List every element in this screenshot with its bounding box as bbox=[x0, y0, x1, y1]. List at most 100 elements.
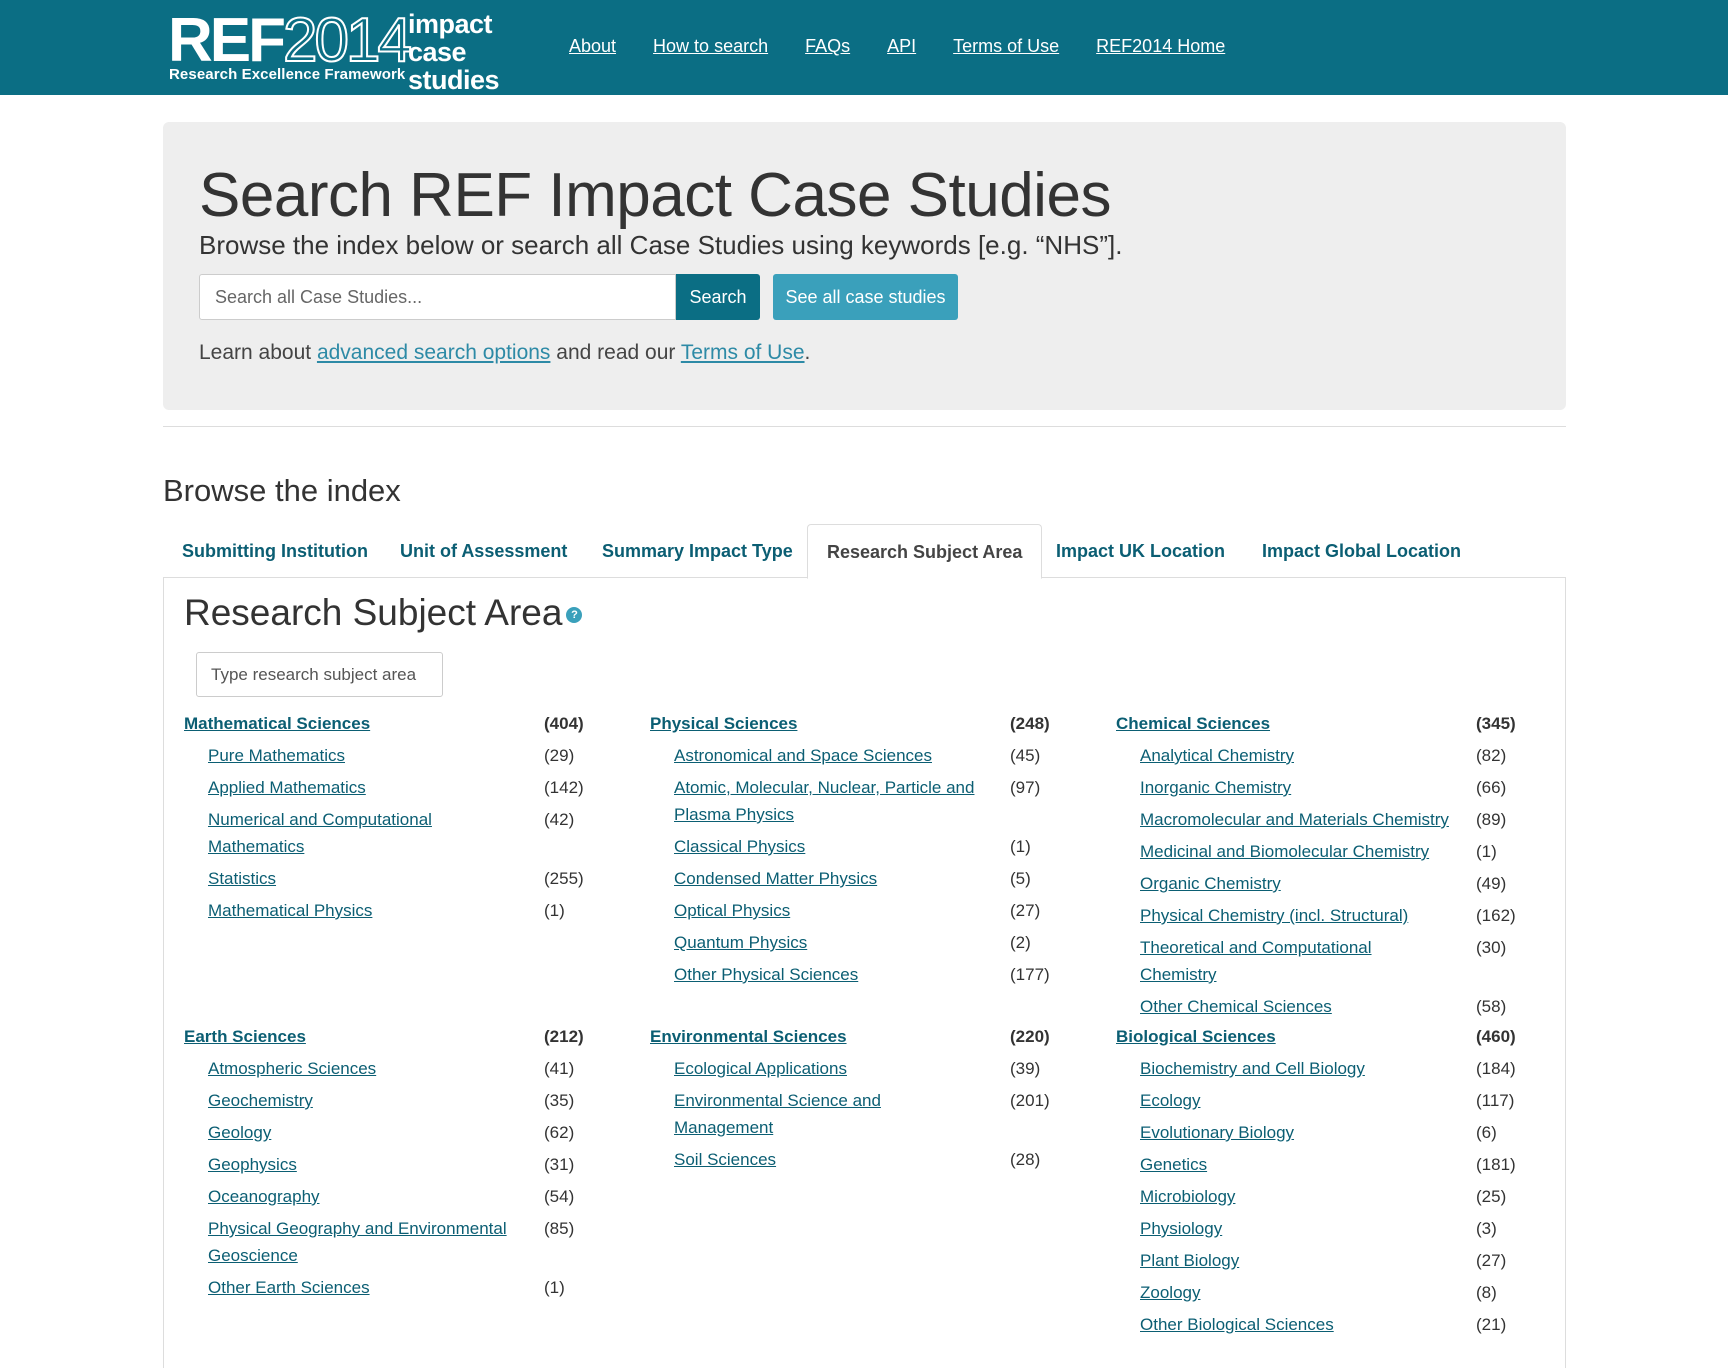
search-input[interactable] bbox=[199, 274, 676, 320]
subject-link-environmental-science-and-management[interactable]: Environmental Science and Management bbox=[674, 1087, 984, 1141]
subject-link-physical-geography-and-environmental-geoscience[interactable]: Physical Geography and Environmental Geo… bbox=[208, 1215, 518, 1269]
search-button[interactable]: Search bbox=[676, 274, 760, 320]
subject-count: (8) bbox=[1476, 1283, 1497, 1302]
subject-link-chemical-sciences[interactable]: Chemical Sciences bbox=[1116, 710, 1426, 737]
help-icon[interactable]: ? bbox=[566, 607, 583, 624]
subject-link-soil-sciences[interactable]: Soil Sciences bbox=[674, 1146, 984, 1173]
subject-link-atomic-molecular-nuclear-particle-and-plasma-physics[interactable]: Atomic, Molecular, Nuclear, Particle and… bbox=[674, 774, 984, 828]
subject-link-macromolecular-and-materials-chemistry[interactable]: Macromolecular and Materials Chemistry bbox=[1140, 806, 1450, 833]
subject-count: (41) bbox=[544, 1059, 575, 1078]
nav-link-how-to-search[interactable]: How to search bbox=[653, 36, 768, 57]
subject-list-item: Pure Mathematics (29) bbox=[184, 742, 604, 769]
subject-link-medicinal-and-biomolecular-chemistry[interactable]: Medicinal and Biomolecular Chemistry bbox=[1140, 838, 1450, 865]
subject-count: (89) bbox=[1476, 810, 1507, 829]
subject-link-classical-physics[interactable]: Classical Physics bbox=[674, 833, 984, 860]
subject-link-theoretical-and-computational-chemistry[interactable]: Theoretical and Computational Chemistry bbox=[1140, 934, 1450, 988]
ref2014-logo[interactable]: REF2014 impact case studies Research Exce… bbox=[168, 7, 540, 95]
subject-count: (42) bbox=[544, 810, 575, 829]
subject-link-genetics[interactable]: Genetics bbox=[1140, 1151, 1450, 1178]
subject-link-other-physical-sciences[interactable]: Other Physical Sciences bbox=[674, 961, 984, 988]
subject-count: (177) bbox=[1010, 965, 1050, 984]
subject-list-item: Inorganic Chemistry (66) bbox=[1116, 774, 1536, 801]
subject-link-mathematical-sciences[interactable]: Mathematical Sciences bbox=[184, 710, 494, 737]
subject-link-environmental-sciences[interactable]: Environmental Sciences bbox=[650, 1023, 960, 1050]
subject-count: (58) bbox=[1476, 997, 1507, 1016]
tab-summary-impact-type[interactable]: Summary Impact Type bbox=[602, 524, 793, 578]
subject-count: (25) bbox=[1476, 1187, 1507, 1206]
subject-link-biochemistry-and-cell-biology[interactable]: Biochemistry and Cell Biology bbox=[1140, 1055, 1450, 1082]
subject-link-ecology[interactable]: Ecology bbox=[1140, 1087, 1450, 1114]
subject-link-evolutionary-biology[interactable]: Evolutionary Biology bbox=[1140, 1119, 1450, 1146]
subject-link-mathematical-physics[interactable]: Mathematical Physics bbox=[208, 897, 518, 924]
subject-count: (1) bbox=[544, 1278, 565, 1297]
subject-count: (27) bbox=[1476, 1251, 1507, 1270]
subject-link-applied-mathematics[interactable]: Applied Mathematics bbox=[208, 774, 518, 801]
subject-list-item: Applied Mathematics (142) bbox=[184, 774, 604, 801]
subject-link-ecological-applications[interactable]: Ecological Applications bbox=[674, 1055, 984, 1082]
subject-count: (255) bbox=[544, 869, 584, 888]
subject-link-atmospheric-sciences[interactable]: Atmospheric Sciences bbox=[208, 1055, 518, 1082]
subject-link-condensed-matter-physics[interactable]: Condensed Matter Physics bbox=[674, 865, 984, 892]
nav-link-api[interactable]: API bbox=[887, 36, 916, 57]
nav-link-ref2014-home[interactable]: REF2014 Home bbox=[1096, 36, 1225, 57]
subject-list-item: Atomic, Molecular, Nuclear, Particle and… bbox=[650, 774, 1070, 828]
subject-link-earth-sciences[interactable]: Earth Sciences bbox=[184, 1023, 494, 1050]
subject-count: (3) bbox=[1476, 1219, 1497, 1238]
subject-area-filter-input[interactable] bbox=[196, 652, 443, 697]
tab-impact-global-location[interactable]: Impact Global Location bbox=[1262, 524, 1461, 578]
nav-link-terms-of-use[interactable]: Terms of Use bbox=[953, 36, 1059, 57]
tab-unit-of-assessment[interactable]: Unit of Assessment bbox=[400, 524, 567, 578]
tab-submitting-institution[interactable]: Submitting Institution bbox=[182, 524, 368, 578]
subject-group-header: Biological Sciences (460) bbox=[1116, 1023, 1536, 1050]
subject-link-geology[interactable]: Geology bbox=[208, 1119, 518, 1146]
subject-group: Mathematical Sciences (404) Pure Mathemati… bbox=[184, 710, 604, 929]
subject-link-geochemistry[interactable]: Geochemistry bbox=[208, 1087, 518, 1114]
advanced-search-link[interactable]: advanced search options bbox=[317, 341, 551, 364]
tab-research-subject-area[interactable]: Research Subject Area bbox=[807, 524, 1043, 579]
subject-count: (6) bbox=[1476, 1123, 1497, 1142]
subject-link-plant-biology[interactable]: Plant Biology bbox=[1140, 1247, 1450, 1274]
subject-count: (82) bbox=[1476, 746, 1507, 765]
subject-link-inorganic-chemistry[interactable]: Inorganic Chemistry bbox=[1140, 774, 1450, 801]
subject-link-biological-sciences[interactable]: Biological Sciences bbox=[1116, 1023, 1426, 1050]
nav-link-about[interactable]: About bbox=[569, 36, 616, 57]
subject-list-item: Other Biological Sciences (21) bbox=[1116, 1311, 1536, 1338]
subject-link-quantum-physics[interactable]: Quantum Physics bbox=[674, 929, 984, 956]
subject-link-other-chemical-sciences[interactable]: Other Chemical Sciences bbox=[1140, 993, 1450, 1020]
tab-impact-uk-location[interactable]: Impact UK Location bbox=[1056, 524, 1225, 578]
subject-list-item: Geochemistry (35) bbox=[184, 1087, 604, 1114]
subject-list-item: Organic Chemistry (49) bbox=[1116, 870, 1536, 897]
subject-link-pure-mathematics[interactable]: Pure Mathematics bbox=[208, 742, 518, 769]
subject-group-header: Earth Sciences (212) bbox=[184, 1023, 604, 1050]
subject-link-analytical-chemistry[interactable]: Analytical Chemistry bbox=[1140, 742, 1450, 769]
subject-link-other-earth-sciences[interactable]: Other Earth Sciences bbox=[208, 1274, 518, 1301]
subject-link-other-biological-sciences[interactable]: Other Biological Sciences bbox=[1140, 1311, 1450, 1338]
subject-link-oceanography[interactable]: Oceanography bbox=[208, 1183, 518, 1210]
subject-list-item: Other Chemical Sciences (58) bbox=[1116, 993, 1536, 1020]
subject-count: (248) bbox=[1010, 714, 1050, 733]
subject-list-item: Condensed Matter Physics (5) bbox=[650, 865, 1070, 892]
subject-count: (30) bbox=[1476, 938, 1507, 957]
subject-link-optical-physics[interactable]: Optical Physics bbox=[674, 897, 984, 924]
top-navbar: REF2014 impact case studies Research Exce… bbox=[0, 0, 1728, 95]
subject-link-physical-sciences[interactable]: Physical Sciences bbox=[650, 710, 960, 737]
subject-link-astronomical-and-space-sciences[interactable]: Astronomical and Space Sciences bbox=[674, 742, 984, 769]
subject-count: (220) bbox=[1010, 1027, 1050, 1046]
terms-of-use-link[interactable]: Terms of Use bbox=[681, 341, 805, 364]
subject-list-item: Geophysics (31) bbox=[184, 1151, 604, 1178]
subject-count: (2) bbox=[1010, 933, 1031, 952]
subject-link-zoology[interactable]: Zoology bbox=[1140, 1279, 1450, 1306]
subject-link-physical-chemistry-incl-structural[interactable]: Physical Chemistry (incl. Structural) bbox=[1140, 902, 1450, 929]
subject-group: Chemical Sciences (345) Analytical Chemist… bbox=[1116, 710, 1536, 1025]
subject-link-geophysics[interactable]: Geophysics bbox=[208, 1151, 518, 1178]
subject-link-physiology[interactable]: Physiology bbox=[1140, 1215, 1450, 1242]
subject-link-statistics[interactable]: Statistics bbox=[208, 865, 518, 892]
subject-link-microbiology[interactable]: Microbiology bbox=[1140, 1183, 1450, 1210]
subject-list-item: Plant Biology (27) bbox=[1116, 1247, 1536, 1274]
subject-link-numerical-and-computational-mathematics[interactable]: Numerical and Computational Mathematics bbox=[208, 806, 518, 860]
nav-link-faqs[interactable]: FAQs bbox=[805, 36, 850, 57]
see-all-case-studies-button[interactable]: See all case studies bbox=[773, 274, 958, 320]
subject-link-organic-chemistry[interactable]: Organic Chemistry bbox=[1140, 870, 1450, 897]
panel-title: Research Subject Area? bbox=[184, 592, 583, 634]
subject-count: (62) bbox=[544, 1123, 575, 1142]
